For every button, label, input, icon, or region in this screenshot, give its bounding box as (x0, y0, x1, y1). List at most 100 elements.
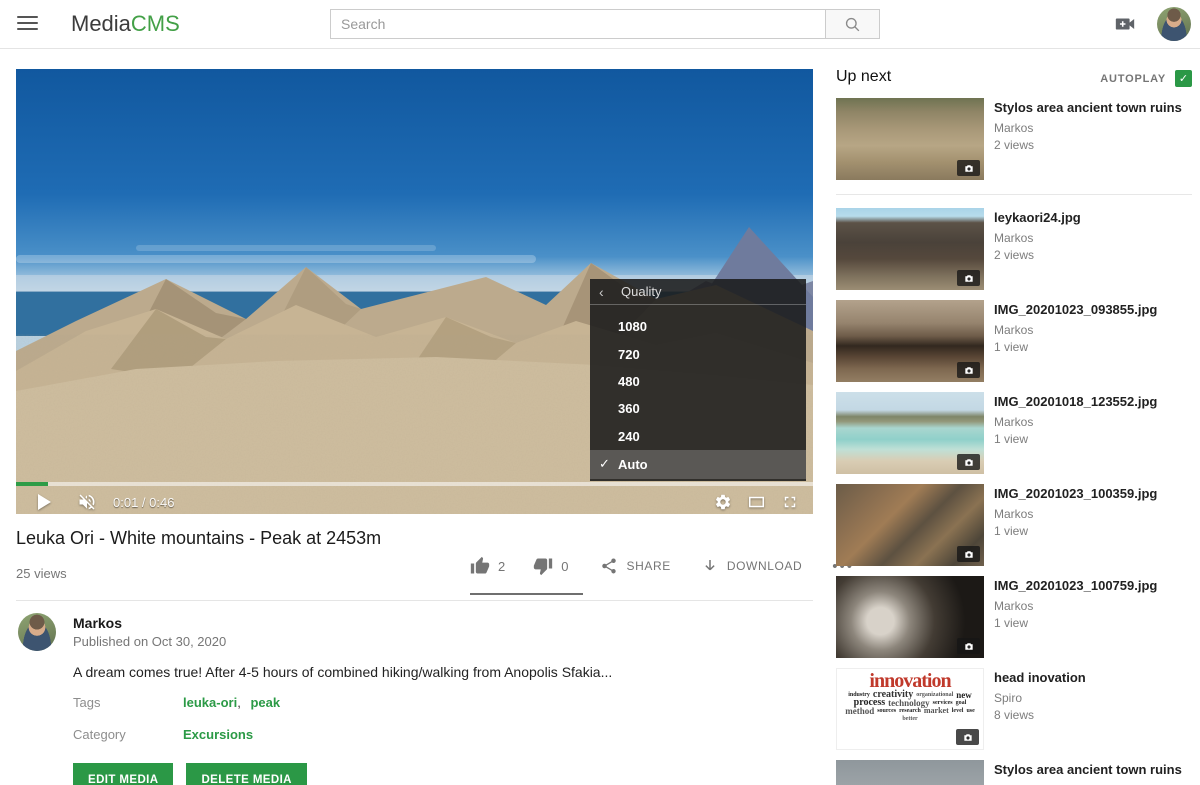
item-author: Markos (994, 599, 1157, 613)
search-button[interactable] (825, 9, 880, 39)
item-views: 1 view (994, 616, 1157, 630)
search-input[interactable] (330, 9, 825, 39)
progress-bar[interactable] (16, 482, 813, 486)
selected-quality-label: Auto (618, 457, 648, 472)
avatar-photo (1157, 7, 1191, 41)
category-label: Category (73, 727, 126, 742)
publish-date: Published on Oct 30, 2020 (73, 634, 226, 649)
item-title: head inovation (994, 670, 1086, 686)
item-title: IMG_20201023_093855.jpg (994, 302, 1157, 318)
quality-option[interactable]: 720 (590, 340, 806, 367)
menu-icon[interactable] (17, 16, 38, 31)
tags-list: leuka-ori, peak (183, 695, 280, 710)
item-thumbnail[interactable] (836, 392, 984, 474)
progress-fill (16, 482, 48, 486)
item-author: Markos (994, 121, 1182, 135)
thumb-up-icon (470, 556, 490, 576)
author-name[interactable]: Markos (73, 615, 122, 631)
item-title: Stylos area ancient town ruins (994, 100, 1182, 116)
item-thumbnail[interactable] (836, 576, 984, 658)
fullscreen-button[interactable] (781, 493, 799, 511)
media-type-badge (957, 638, 980, 654)
up-next-item[interactable]: innovationindustrycreativityorganization… (836, 668, 1192, 750)
thumb-down-icon (533, 556, 553, 576)
download-button[interactable]: DOWNLOAD (701, 557, 802, 575)
item-thumbnail[interactable]: innovationindustrycreativityorganization… (836, 668, 984, 750)
camera-icon (963, 457, 975, 468)
quality-option[interactable]: 1080 (590, 313, 806, 340)
check-icon: ✓ (1179, 72, 1188, 85)
tags-label: Tags (73, 695, 100, 710)
item-author: Spiro (994, 691, 1086, 705)
tag-link[interactable]: leuka-ori (183, 695, 237, 710)
media-type-badge (957, 362, 980, 378)
mediacms-logo[interactable]: MediaCMS (71, 11, 180, 37)
settings-button[interactable] (714, 493, 732, 511)
up-next-item[interactable]: Stylos area ancient town ruins Markos 2 … (836, 98, 1192, 180)
quality-option[interactable]: 360 (590, 395, 806, 422)
share-button[interactable]: SHARE (600, 557, 670, 575)
quality-option[interactable]: 480 (590, 368, 806, 395)
quality-option[interactable]: 240 (590, 423, 806, 450)
item-author: Markos (994, 231, 1081, 245)
rating-underline (470, 593, 583, 595)
camera-icon (963, 641, 975, 652)
item-title: IMG_20201023_100759.jpg (994, 578, 1157, 594)
share-icon (600, 557, 618, 575)
tag-link[interactable]: peak (250, 695, 280, 710)
item-thumbnail[interactable] (836, 484, 984, 566)
item-thumbnail[interactable] (836, 300, 984, 382)
quality-option-selected[interactable]: ✓ Auto (590, 450, 806, 479)
item-views: 2 views (994, 138, 1182, 152)
category-link[interactable]: Excursions (183, 727, 253, 742)
like-count: 2 (498, 559, 505, 574)
dislike-count: 0 (561, 559, 568, 574)
delete-media-button[interactable]: DELETE MEDIA (186, 763, 306, 785)
autoplay-checkbox[interactable]: ✓ (1175, 70, 1192, 87)
logo-cms: CMS (131, 11, 180, 36)
media-type-badge (957, 270, 980, 286)
item-thumbnail[interactable] (836, 208, 984, 290)
fullscreen-icon (781, 493, 799, 511)
play-button[interactable] (16, 494, 51, 510)
back-chevron-icon: ‹ (599, 285, 613, 299)
up-next-item[interactable]: IMG_20201018_123552.jpg Markos 1 view (836, 392, 1192, 474)
avatar-photo (18, 613, 56, 651)
quality-menu: ‹ Quality 1080 720 480 360 240 ✓ Auto (590, 279, 806, 481)
video-title: Leuka Ori - White mountains - Peak at 24… (16, 528, 716, 549)
owner-actions: EDIT MEDIA DELETE MEDIA (73, 763, 307, 785)
camera-icon (962, 732, 974, 743)
item-title: Stylos area ancient town ruins (994, 762, 1182, 778)
author-avatar[interactable] (18, 613, 56, 651)
share-label: SHARE (626, 559, 670, 573)
autoplay-label: AUTOPLAY (1100, 73, 1166, 85)
quality-options-list: 1080 720 480 360 240 (590, 305, 806, 450)
up-next-item[interactable]: IMG_20201023_100759.jpg Markos 1 view (836, 576, 1192, 658)
item-title: leykaori24.jpg (994, 210, 1081, 226)
section-divider (16, 600, 813, 601)
quality-menu-back[interactable]: ‹ Quality (590, 279, 806, 305)
up-next-list: Stylos area ancient town ruins Markos 2 … (836, 98, 1192, 785)
up-next-item[interactable]: leykaori24.jpg Markos 2 views (836, 208, 1192, 290)
item-thumbnail[interactable] (836, 760, 984, 785)
up-next-item[interactable]: IMG_20201023_100359.jpg Markos 1 view (836, 484, 1192, 566)
search-icon (843, 15, 862, 34)
up-next-title: Up next (836, 68, 891, 86)
quality-menu-title: Quality (621, 284, 661, 299)
action-bar: 2 0 SHARE DOWNLOAD ••• (470, 556, 854, 576)
item-thumbnail[interactable] (836, 98, 984, 180)
edit-media-button[interactable]: EDIT MEDIA (73, 763, 173, 785)
mediacms-page: MediaCMS (0, 0, 1200, 785)
item-views: 2 views (994, 248, 1081, 262)
upload-media-button[interactable] (1112, 12, 1138, 36)
item-author: Markos (994, 323, 1157, 337)
up-next-item[interactable]: IMG_20201023_093855.jpg Markos 1 view (836, 300, 1192, 382)
video-player[interactable]: 0:01 / 0:46 ‹ Quality 1080 (16, 69, 813, 514)
up-next-item[interactable]: Stylos area ancient town ruins (836, 760, 1192, 785)
item-author: Markos (994, 415, 1157, 429)
mute-button[interactable] (77, 492, 97, 512)
like-button[interactable]: 2 (470, 556, 505, 576)
user-avatar[interactable] (1157, 7, 1191, 41)
dislike-button[interactable]: 0 (533, 556, 568, 576)
theater-mode-button[interactable] (746, 493, 767, 511)
